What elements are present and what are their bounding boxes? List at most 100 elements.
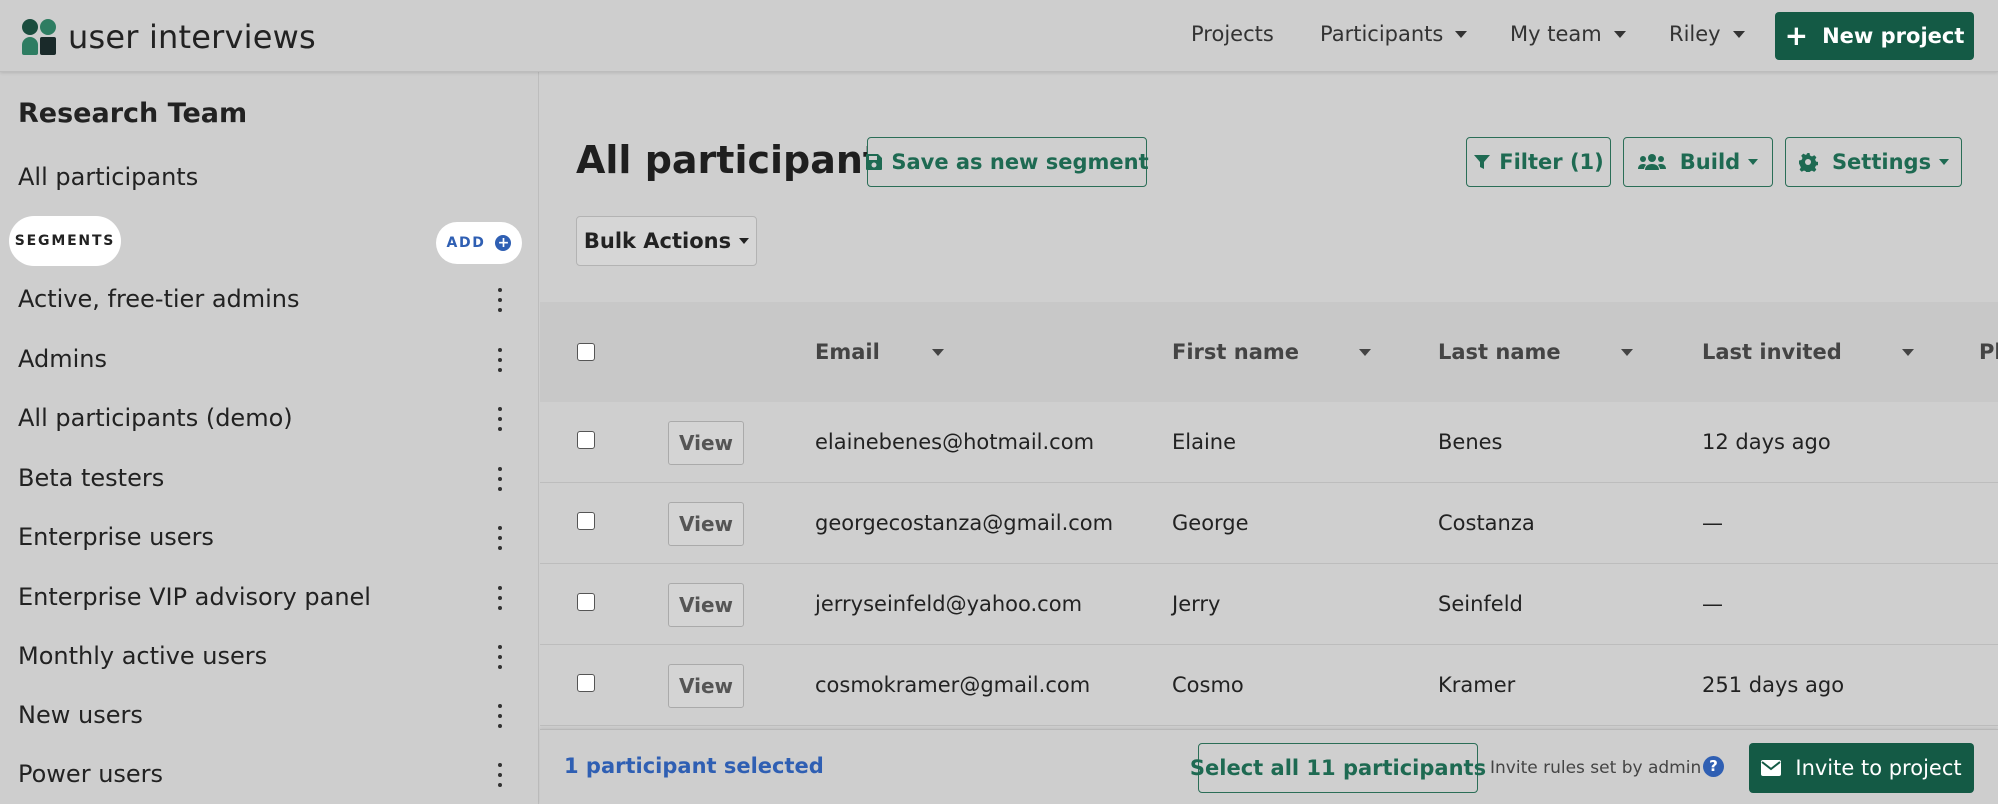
chevron-down-icon [1748, 159, 1759, 165]
cell-email: georgecostanza@gmail.com [815, 511, 1114, 535]
save-segment-button[interactable]: Save as new segment [865, 137, 1149, 187]
sidebar: Research Team All participants SEGMENTS … [0, 72, 539, 804]
cell-first-name: George [1172, 511, 1249, 535]
column-header-first-name[interactable]: First name [1172, 340, 1371, 364]
select-all-label: Select all 11 participants [1189, 756, 1487, 780]
bulk-actions-label: Bulk Actions [583, 229, 732, 253]
sidebar-item-segment[interactable]: Enterprise users [0, 509, 539, 568]
segments-heading: SEGMENTS [9, 216, 121, 266]
add-segment-button[interactable]: ADD + [436, 222, 522, 264]
row-checkbox[interactable] [577, 431, 595, 449]
segment-label: All participants (demo) [18, 404, 293, 432]
sidebar-item-segment[interactable]: New users [0, 687, 539, 746]
more-vertical-icon[interactable] [495, 583, 505, 613]
segment-label: Active, free-tier admins [18, 285, 300, 313]
nav-user-dropdown[interactable]: Riley [1669, 22, 1745, 46]
sidebar-item-segment[interactable]: Power users [0, 746, 539, 804]
row-checkbox[interactable] [577, 593, 595, 611]
chevron-down-icon [1732, 30, 1745, 38]
more-vertical-icon[interactable] [495, 701, 505, 731]
table-row: View jerryseinfeld@yahoo.com Jerry Seinf… [540, 564, 1998, 645]
table-row: View cosmokramer@gmail.com Cosmo Kramer … [540, 645, 1998, 726]
help-icon[interactable]: ? [1703, 756, 1724, 777]
nav-my-team-label: My team [1510, 22, 1602, 46]
sidebar-item-segment[interactable]: Active, free-tier admins [0, 271, 539, 330]
sidebar-item-segment[interactable]: Enterprise VIP advisory panel [0, 569, 539, 628]
view-button[interactable]: View [668, 664, 744, 708]
cell-last-invited: — [1702, 511, 1723, 535]
nav-participants-dropdown[interactable]: Participants [1320, 22, 1468, 46]
nav-projects[interactable]: Projects [1191, 22, 1274, 46]
cell-last-invited: — [1702, 592, 1723, 616]
row-checkbox[interactable] [577, 512, 595, 530]
sidebar-item-all-participants[interactable]: All participants [18, 163, 198, 191]
column-label: Email [815, 340, 880, 364]
logo[interactable]: user interviews [22, 18, 316, 56]
selected-count: 1 participant selected [564, 754, 824, 778]
more-vertical-icon[interactable] [495, 404, 505, 434]
more-vertical-icon[interactable] [495, 345, 505, 375]
sidebar-item-segment[interactable]: Admins [0, 331, 539, 390]
cell-email: cosmokramer@gmail.com [815, 673, 1091, 697]
main-content: All participants Save as new segment Fil… [540, 72, 1998, 804]
segment-label: Enterprise VIP advisory panel [18, 583, 371, 611]
nav-user-label: Riley [1669, 22, 1721, 46]
view-button[interactable]: View [668, 421, 744, 465]
chevron-down-icon [1939, 159, 1950, 165]
segment-label: Admins [18, 345, 107, 373]
team-title: Research Team [18, 98, 248, 129]
column-label: Last name [1438, 340, 1561, 364]
cell-last-name: Kramer [1438, 673, 1516, 697]
invite-to-project-button[interactable]: Invite to project [1749, 743, 1974, 793]
sidebar-item-segment[interactable]: Beta testers [0, 450, 539, 509]
floppy-disk-icon [865, 153, 883, 171]
table-row: View elainebenes@hotmail.com Elaine Bene… [540, 402, 1998, 483]
logo-text: user interviews [68, 18, 316, 56]
select-all-participants-button[interactable]: Select all 11 participants [1190, 743, 1486, 793]
users-icon [1637, 153, 1666, 171]
new-project-button[interactable]: + New project [1775, 12, 1974, 60]
plus-icon: + [1784, 19, 1809, 52]
settings-dropdown[interactable]: Settings [1785, 137, 1962, 187]
segment-label: Monthly active users [18, 642, 268, 670]
column-header-email[interactable]: Email [815, 340, 944, 364]
column-label: Last invited [1702, 340, 1842, 364]
column-header-last-name[interactable]: Last name [1438, 340, 1633, 364]
column-header-phone[interactable]: Ph [1979, 340, 1998, 364]
select-all-checkbox[interactable] [577, 343, 595, 361]
cell-email: elainebenes@hotmail.com [815, 430, 1095, 454]
cell-first-name: Cosmo [1172, 673, 1244, 697]
chevron-down-icon [1613, 30, 1626, 38]
bulk-actions-dropdown[interactable]: Bulk Actions [576, 216, 757, 266]
more-vertical-icon[interactable] [495, 285, 505, 315]
new-project-label: New project [1822, 24, 1965, 48]
cell-email: jerryseinfeld@yahoo.com [815, 592, 1083, 616]
cell-last-invited: 251 days ago [1702, 673, 1845, 697]
more-vertical-icon[interactable] [495, 464, 505, 494]
column-label: Ph [1979, 340, 1998, 364]
top-navigation-bar: user interviews Projects Participants My… [0, 0, 1998, 72]
view-button[interactable]: View [668, 502, 744, 546]
column-label: First name [1172, 340, 1299, 364]
row-checkbox[interactable] [577, 674, 595, 692]
cell-last-name: Benes [1438, 430, 1503, 454]
column-header-last-invited[interactable]: Last invited [1702, 340, 1914, 364]
filter-button[interactable]: Filter (1) [1466, 137, 1611, 187]
more-vertical-icon[interactable] [495, 642, 505, 672]
filter-label: Filter (1) [1499, 150, 1604, 174]
sidebar-item-segment[interactable]: Monthly active users [0, 628, 539, 687]
more-vertical-icon[interactable] [495, 760, 505, 790]
nav-my-team-dropdown[interactable]: My team [1510, 22, 1626, 46]
more-vertical-icon[interactable] [495, 523, 505, 553]
table-row: View georgecostanza@gmail.com George Cos… [540, 483, 1998, 564]
build-dropdown[interactable]: Build [1623, 137, 1773, 187]
envelope-icon [1761, 760, 1782, 776]
segment-label: Enterprise users [18, 523, 214, 551]
cell-last-name: Costanza [1438, 511, 1535, 535]
view-button[interactable]: View [668, 583, 744, 627]
filter-icon [1473, 153, 1491, 171]
invite-label: Invite to project [1795, 756, 1962, 780]
save-segment-label: Save as new segment [891, 150, 1149, 174]
add-segment-label: ADD [446, 235, 486, 251]
sidebar-item-segment[interactable]: All participants (demo) [0, 390, 539, 449]
